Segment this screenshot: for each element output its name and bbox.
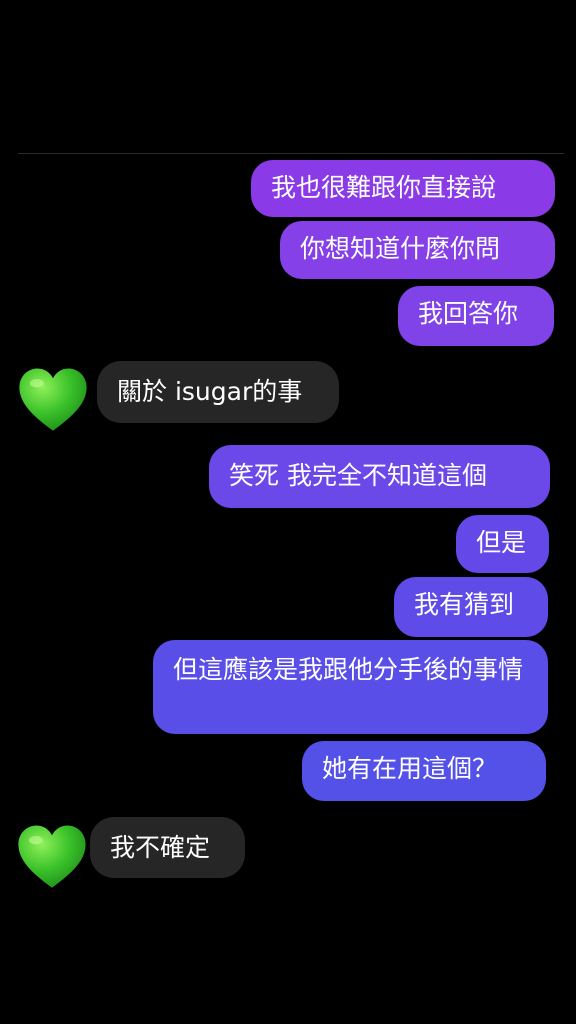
sent-message[interactable]: 但這應該是我跟他分手後的事情 [153, 640, 548, 734]
message-text: 她有在用這個？ [322, 754, 498, 783]
sent-message[interactable]: 我也很難跟你直接說 [251, 160, 555, 217]
contact-avatar[interactable] [18, 366, 88, 434]
message-text: 關於 isugar的事 [117, 377, 303, 406]
sent-message[interactable]: 但是 [456, 515, 549, 573]
sent-message[interactable]: 你想知道什麼你問 [280, 221, 555, 279]
message-text: 但是 [476, 528, 527, 557]
green-heart-icon [18, 825, 86, 888]
top-divider [18, 153, 564, 154]
message-text: 你想知道什麼你問 [300, 234, 501, 263]
received-message[interactable]: 關於 isugar的事 [97, 361, 339, 423]
contact-avatar[interactable] [17, 823, 87, 891]
sent-message[interactable]: 我回答你 [398, 286, 554, 346]
message-text: 我有猜到 [414, 590, 515, 619]
message-text: 我也很難跟你直接說 [271, 173, 497, 202]
green-heart-icon [19, 368, 87, 431]
sent-message[interactable]: 笑死 我完全不知道這個 [209, 445, 550, 508]
sent-message[interactable]: 我有猜到 [394, 577, 548, 637]
message-text: 笑死 我完全不知道這個 [229, 461, 487, 490]
message-text: 我不確定 [110, 833, 211, 862]
sent-message[interactable]: 她有在用這個？ [302, 741, 546, 801]
received-message[interactable]: 我不確定 [90, 817, 245, 878]
message-text: 我回答你 [418, 299, 519, 328]
message-text: 但這應該是我跟他分手後的事情 [173, 655, 524, 684]
